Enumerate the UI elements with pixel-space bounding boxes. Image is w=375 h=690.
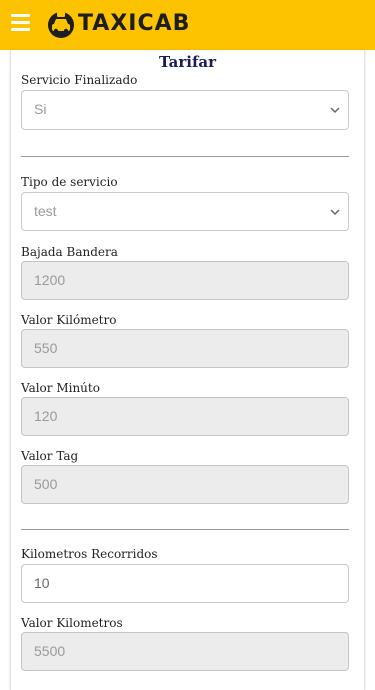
valor-minuto-label: Valor Minúto (21, 381, 100, 395)
valor-tag-value: 500 (34, 476, 58, 492)
section-divider (21, 156, 349, 157)
tipo-servicio-select[interactable]: test (21, 192, 349, 231)
kilometros-recorridos-input[interactable]: 10 (21, 564, 349, 603)
tipo-servicio-label: Tipo de servicio (21, 175, 118, 189)
valor-kilometro-value: 550 (34, 340, 58, 356)
valor-kilometro-field: 550 (21, 329, 349, 368)
hamburger-icon[interactable] (11, 14, 30, 32)
tipo-servicio-value: test (34, 203, 57, 219)
valor-tag-label: Valor Tag (21, 449, 79, 463)
valor-minuto-field: 120 (21, 397, 349, 436)
valor-kilometros-field: 5500 (21, 632, 349, 671)
bajada-bandera-label: Bajada Bandera (21, 245, 118, 259)
kilometros-recorridos-label: Kilometros Recorridos (21, 547, 158, 561)
valor-kilometros-value: 5500 (34, 643, 66, 659)
bajada-bandera-field: 1200 (21, 261, 349, 300)
top-bar: TAXICAB (0, 0, 375, 50)
taxi-icon (48, 12, 74, 38)
kilometros-recorridos-value: 10 (34, 575, 50, 591)
servicio-finalizado-select[interactable]: Si (21, 90, 349, 130)
chevron-down-icon (330, 209, 340, 216)
app-logo-text: TAXICAB (78, 11, 191, 36)
valor-kilometro-label: Valor Kilómetro (21, 313, 117, 327)
chevron-down-icon (330, 107, 340, 114)
valor-tag-field: 500 (21, 465, 349, 504)
page-title: Tarifar (158, 53, 217, 71)
valor-minuto-value: 120 (34, 408, 58, 424)
servicio-finalizado-value: Si (34, 101, 47, 117)
valor-kilometros-label: Valor Kilometros (21, 616, 123, 630)
section-divider (21, 529, 349, 530)
servicio-finalizado-label: Servicio Finalizado (21, 73, 138, 87)
bajada-bandera-value: 1200 (34, 272, 66, 288)
